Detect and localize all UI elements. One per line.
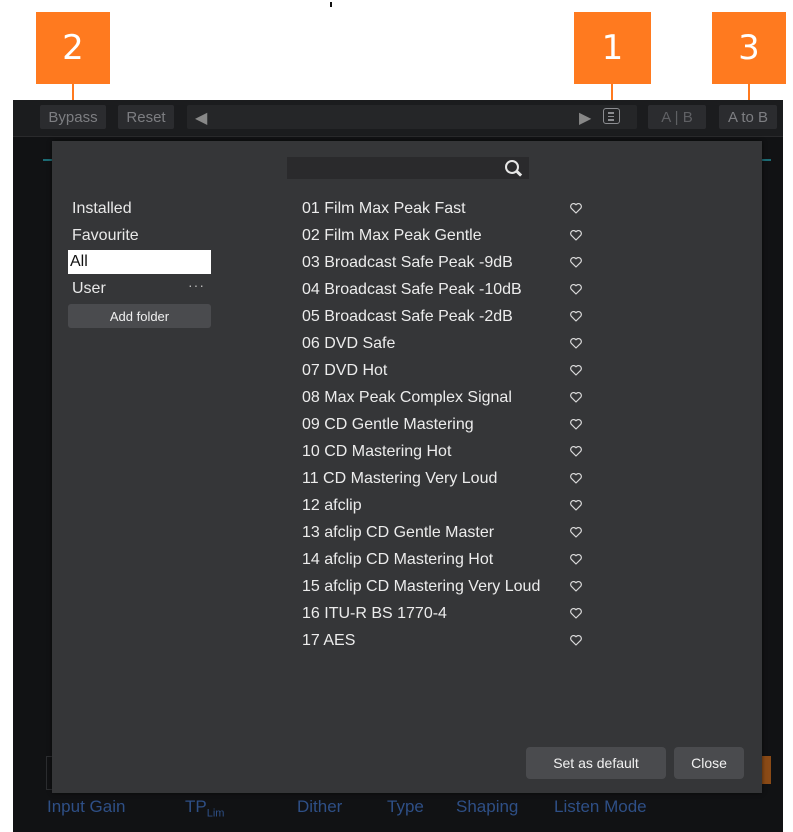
input-gain-label: Input Gain [47,797,126,816]
favourite-heart-icon[interactable] [570,600,584,627]
category-favourite[interactable]: Favourite [68,224,211,248]
marker-tick [330,2,332,7]
dither-label: Dither [297,797,343,816]
preset-item[interactable]: 16 ITU-R BS 1770-4 [302,600,582,627]
preset-item[interactable]: 06 DVD Safe [302,330,582,357]
preset-item[interactable]: 17 AES [302,627,582,654]
meter-line-right [761,159,771,161]
favourite-heart-icon[interactable] [570,438,584,465]
favourite-heart-icon[interactable] [570,303,584,330]
favourite-heart-icon[interactable] [570,276,584,303]
preset-item[interactable]: 09 CD Gentle Mastering [302,411,582,438]
preset-browser-icon[interactable] [603,108,620,124]
category-user-label: User [72,280,106,297]
preset-item[interactable]: 04 Broadcast Safe Peak -10dB [302,276,582,303]
preset-item[interactable]: 05 Broadcast Safe Peak -2dB [302,303,582,330]
preset-item[interactable]: 07 DVD Hot [302,357,582,384]
toolbar: Bypass Reset ◀ ▶ A | B A to B [13,100,783,137]
preset-item[interactable]: 15 afclip CD Mastering Very Loud [302,573,582,600]
preset-item[interactable]: 08 Max Peak Complex Signal [302,384,582,411]
favourite-heart-icon[interactable] [570,384,584,411]
preset-browser-dialog: Installed Favourite All User ··· Add fol… [52,141,762,793]
preset-item[interactable]: 10 CD Mastering Hot [302,438,582,465]
favourite-heart-icon[interactable] [570,411,584,438]
callout-1: 1 [574,12,651,84]
favourite-heart-icon[interactable] [570,492,584,519]
preset-name-bar[interactable] [187,105,637,129]
a-to-b-button[interactable]: A to B [719,105,777,129]
category-user[interactable]: User ··· [68,277,211,301]
favourite-heart-icon[interactable] [570,519,584,546]
preset-item[interactable]: 13 afclip CD Gentle Master [302,519,582,546]
callout-2: 2 [36,12,110,84]
preset-item[interactable]: 02 Film Max Peak Gentle [302,222,582,249]
preset-item[interactable]: 03 Broadcast Safe Peak -9dB [302,249,582,276]
bypass-button[interactable]: Bypass [40,105,106,129]
preset-item[interactable]: 01 Film Max Peak Fast [302,195,582,222]
favourite-heart-icon[interactable] [570,249,584,276]
set-as-default-button[interactable]: Set as default [526,747,666,779]
preset-item[interactable]: 14 afclip CD Mastering Hot [302,546,582,573]
type-label: Type [387,797,424,816]
ab-button[interactable]: A | B [648,105,706,129]
favourite-heart-icon[interactable] [570,195,584,222]
favourite-heart-icon[interactable] [570,546,584,573]
close-button[interactable]: Close [674,747,744,779]
prev-preset-icon[interactable]: ◀ [195,108,207,128]
shaping-label: Shaping [456,797,519,816]
favourite-heart-icon[interactable] [570,627,584,654]
favourite-heart-icon[interactable] [570,465,584,492]
reset-button[interactable]: Reset [118,105,174,129]
next-preset-icon[interactable]: ▶ [579,108,591,128]
add-folder-button[interactable]: Add folder [68,304,211,328]
user-menu-icon[interactable]: ··· [188,273,205,297]
category-installed[interactable]: Installed [68,197,211,221]
tp-lim-label: TPLim [185,797,225,820]
favourite-heart-icon[interactable] [570,222,584,249]
search-icon[interactable] [505,160,519,174]
favourite-heart-icon[interactable] [570,357,584,384]
preset-item[interactable]: 11 CD Mastering Very Loud [302,465,582,492]
listen-mode-label: Listen Mode [554,797,647,816]
favourite-heart-icon[interactable] [570,573,584,600]
favourite-heart-icon[interactable] [570,330,584,357]
listen-mode-indicator [761,756,771,784]
search-input[interactable] [287,157,529,179]
preset-item[interactable]: 12 afclip [302,492,582,519]
callout-3: 3 [712,12,786,84]
category-all[interactable]: All [68,250,211,274]
